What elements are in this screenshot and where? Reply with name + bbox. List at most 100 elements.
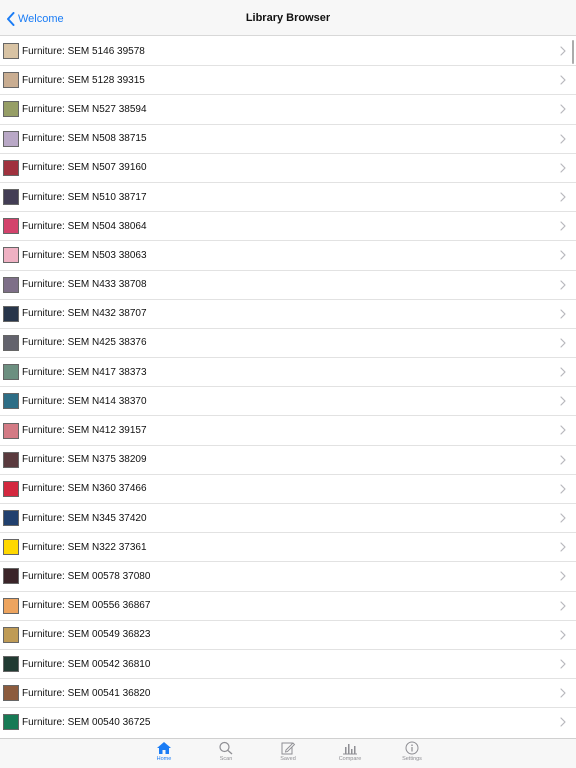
- list-item[interactable]: Furniture: SEM N527 38594: [0, 95, 576, 125]
- list-item[interactable]: Furniture: SEM N412 39157: [0, 416, 576, 446]
- tab-label-saved: Saved: [280, 756, 296, 762]
- info-icon: [405, 741, 419, 755]
- color-swatch: [3, 451, 19, 468]
- list-item-label: Furniture: SEM N503 38063: [22, 249, 147, 261]
- navigation-bar: Welcome Library Browser: [0, 0, 576, 36]
- list-item[interactable]: Furniture: SEM 00549 36823: [0, 621, 576, 650]
- list-item[interactable]: Furniture: SEM N322 37361: [0, 533, 576, 563]
- color-swatch: [3, 480, 19, 497]
- list-item-label: Furniture: SEM N375 38209: [22, 454, 147, 466]
- chevron-right-icon: [560, 688, 566, 698]
- tab-label-scan: Scan: [219, 756, 233, 762]
- list-item[interactable]: Furniture: SEM N507 39160: [0, 154, 576, 183]
- list-item-label: Furniture: SEM 00556 36867: [22, 600, 151, 612]
- list-item[interactable]: Furniture: SEM 5128 39315: [0, 66, 576, 96]
- tab-label-settings: Settings: [402, 756, 422, 762]
- list-item-label: Furniture: SEM 00540 36725: [22, 716, 151, 728]
- tab-home[interactable]: Home: [144, 741, 184, 767]
- list-item[interactable]: Furniture: SEM 00542 36810: [0, 650, 576, 680]
- color-swatch: [3, 189, 19, 206]
- chevron-right-icon: [560, 542, 566, 552]
- list-item[interactable]: Furniture: SEM 00578 37080: [0, 562, 576, 592]
- tab-label-home: Home: [156, 756, 172, 762]
- list-item[interactable]: Furniture: SEM N375 38209: [0, 446, 576, 475]
- color-swatch: [3, 656, 19, 673]
- color-swatch: [3, 510, 19, 527]
- chevron-right-icon: [560, 250, 566, 260]
- list-item[interactable]: Furniture: SEM N414 38370: [0, 387, 576, 417]
- search-icon: [219, 741, 233, 755]
- list-item-label: Furniture: SEM 00549 36823: [22, 629, 151, 641]
- color-swatch: [3, 422, 19, 439]
- color-swatch: [3, 159, 19, 176]
- color-swatch: [3, 714, 19, 731]
- chevron-right-icon: [560, 513, 566, 523]
- color-swatch: [3, 218, 19, 235]
- list-item[interactable]: Furniture: SEM N432 38707: [0, 300, 576, 329]
- chevron-right-icon: [560, 717, 566, 727]
- chevron-right-icon: [560, 279, 566, 290]
- list-item[interactable]: Furniture: SEM N510 38717: [0, 183, 576, 213]
- list-item-label: Furniture: SEM N433 38708: [22, 279, 147, 291]
- chevron-right-icon: [560, 309, 566, 319]
- list-item-label: Furniture: SEM N417 38373: [22, 366, 147, 378]
- list-item-label: Furniture: SEM 00541 36820: [22, 687, 151, 699]
- list-item[interactable]: Furniture: SEM N433 38708: [0, 271, 576, 300]
- list-item[interactable]: Furniture: SEM 00556 36867: [0, 592, 576, 621]
- list-item-label: Furniture: SEM 5146 39578: [22, 45, 145, 57]
- list-item[interactable]: Furniture: SEM 00541 36820: [0, 679, 576, 709]
- list-item-label: Furniture: SEM N508 38715: [22, 133, 147, 145]
- color-swatch: [3, 626, 19, 643]
- list-item[interactable]: Furniture: SEM N508 38715: [0, 125, 576, 154]
- list-item-label: Furniture: SEM N345 37420: [22, 512, 147, 524]
- color-swatch: [3, 364, 19, 381]
- color-swatch: [3, 685, 19, 702]
- edit-icon: [281, 742, 296, 755]
- color-swatch: [3, 539, 19, 556]
- color-swatch: [3, 72, 19, 89]
- tab-label-compare: Compare: [338, 756, 362, 762]
- list-item[interactable]: Furniture: SEM 00540 36725: [0, 708, 576, 737]
- color-swatch: [3, 334, 19, 351]
- list-item-label: Furniture: SEM 5128 39315: [22, 74, 145, 86]
- page-title: Library Browser: [245, 12, 331, 24]
- color-swatch: [3, 597, 19, 614]
- list-item-label: Furniture: SEM N412 39157: [22, 425, 147, 437]
- list-item[interactable]: Furniture: SEM N417 38373: [0, 358, 576, 388]
- color-swatch: [3, 130, 19, 147]
- chevron-right-icon: [560, 425, 566, 436]
- list-item-label: Furniture: SEM N510 38717: [22, 191, 147, 203]
- list-item[interactable]: Furniture: SEM 5146 39578: [0, 37, 576, 67]
- list-item-label: Furniture: SEM N507 39160: [22, 162, 147, 174]
- color-swatch: [3, 101, 19, 118]
- chevron-right-icon: [560, 163, 566, 173]
- list-item[interactable]: Furniture: SEM N504 38064: [0, 212, 576, 242]
- chevron-right-icon: [560, 659, 566, 669]
- chevron-right-icon: [560, 133, 566, 144]
- color-swatch: [3, 393, 19, 410]
- list-item-label: Furniture: SEM N322 37361: [22, 541, 147, 553]
- library-list[interactable]: Furniture: SEM 5146 39578 Furniture: SEM …: [0, 37, 576, 737]
- list-item-label: Furniture: SEM 00542 36810: [22, 658, 151, 670]
- list-item[interactable]: Furniture: SEM N425 38376: [0, 329, 576, 359]
- chevron-right-icon: [560, 630, 566, 640]
- list-item-label: Furniture: SEM N432 38707: [22, 308, 147, 320]
- tab-scan[interactable]: Scan: [206, 741, 246, 767]
- chevron-right-icon: [560, 455, 566, 465]
- chevron-right-icon: [560, 367, 566, 377]
- color-swatch: [3, 305, 19, 322]
- tab-saved[interactable]: Saved: [268, 741, 308, 767]
- chevron-right-icon: [560, 396, 566, 406]
- home-icon: [157, 742, 171, 754]
- chevron-right-icon: [560, 46, 566, 56]
- chevron-right-icon: [560, 571, 566, 581]
- color-swatch: [3, 276, 19, 293]
- tab-compare[interactable]: Compare: [330, 741, 370, 767]
- chevron-right-icon: [560, 104, 566, 114]
- tab-settings[interactable]: Settings: [392, 741, 432, 767]
- list-item[interactable]: Furniture: SEM N345 37420: [0, 504, 576, 534]
- scroll-indicator[interactable]: [571, 40, 574, 64]
- list-item[interactable]: Furniture: SEM N503 38063: [0, 241, 576, 271]
- chevron-right-icon: [560, 75, 566, 85]
- list-item[interactable]: Furniture: SEM N360 37466: [0, 475, 576, 504]
